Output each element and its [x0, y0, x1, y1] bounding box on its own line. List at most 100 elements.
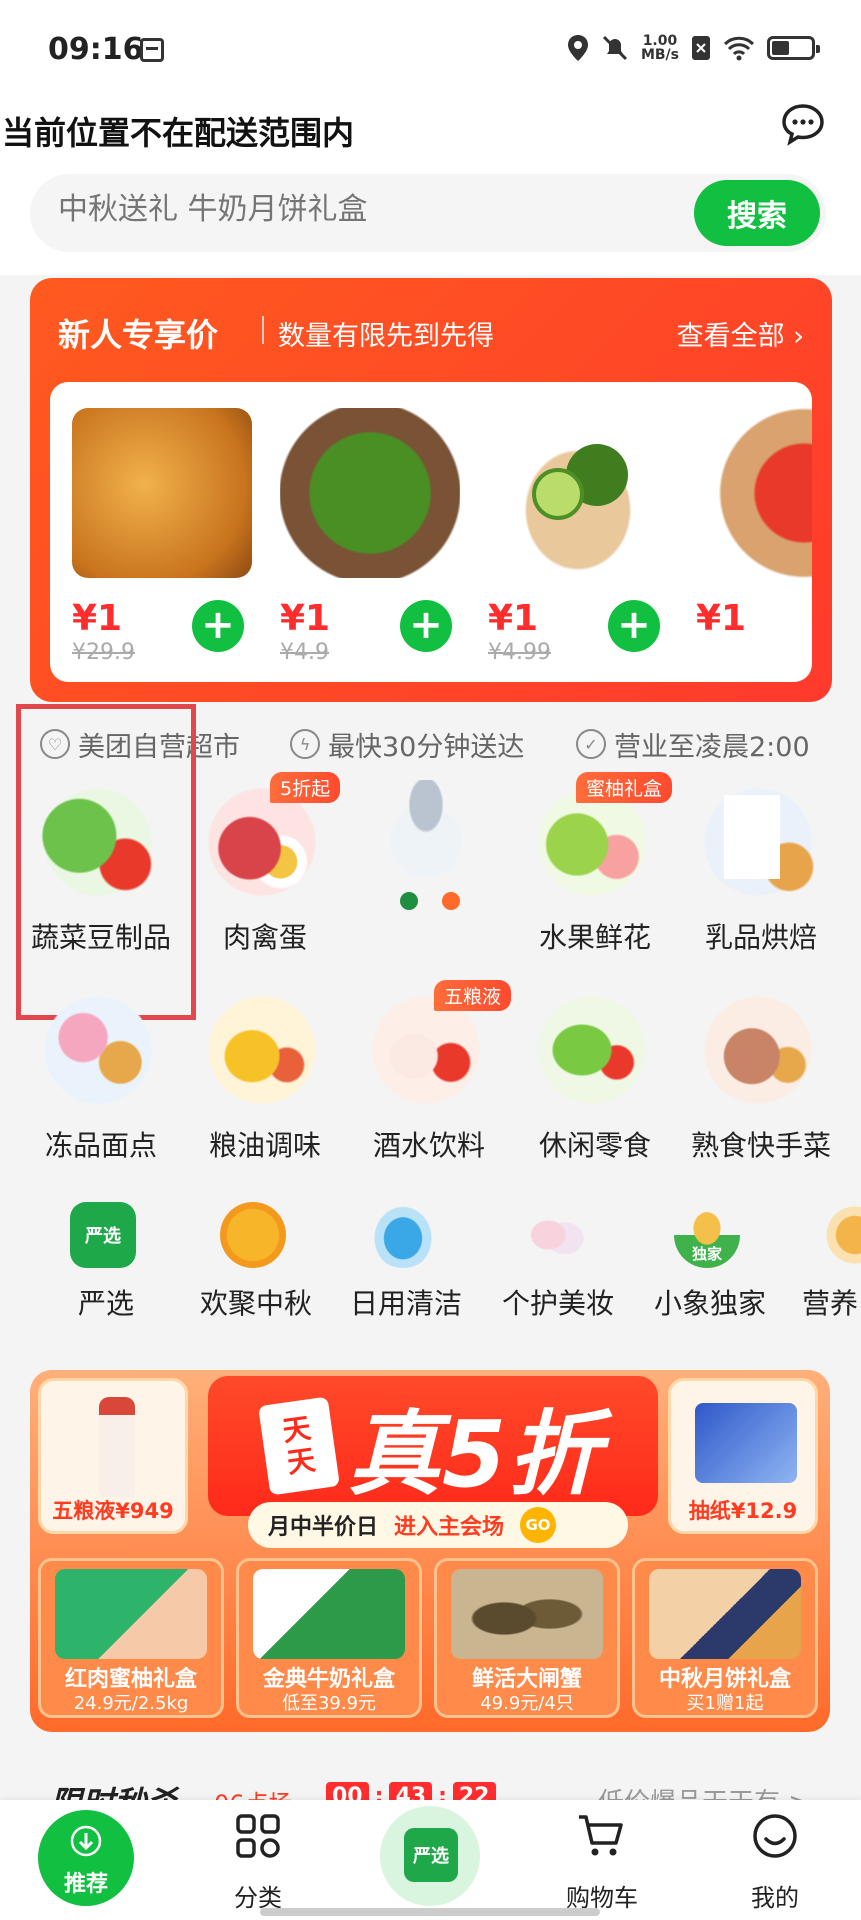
- feature-item: ✓ 营业至凌晨2:00: [576, 725, 810, 764]
- product-price: ¥1: [696, 598, 747, 639]
- promo-headline[interactable]: 天天 真5折: [208, 1376, 658, 1516]
- quick-entry-cleaning[interactable]: 日用清洁: [336, 1202, 466, 1322]
- product-carousel[interactable]: ¥1 ¥29.9 + ¥1 ¥4.9 + ¥1 ¥4.99 + ¥1: [50, 382, 812, 682]
- quick-entry-label[interactable]: 日用清洁: [336, 1282, 476, 1322]
- category-frozen[interactable]: 冻品面点: [6, 988, 166, 1162]
- tab-home[interactable]: 推荐: [0, 1800, 140, 1920]
- category-dairy[interactable]: 乳品烘焙: [666, 780, 826, 954]
- category-drinks[interactable]: 五粮液 酒水饮料: [334, 980, 512, 1162]
- quick-entry-nutrition[interactable]: 营养: [792, 1202, 861, 1322]
- fried-chicken-image[interactable]: [72, 408, 252, 578]
- promo-sub-right[interactable]: 进入主会场: [394, 1509, 504, 1541]
- promo-subbar[interactable]: 月中半价日 进入主会场 GO: [248, 1502, 628, 1548]
- go-button[interactable]: GO: [520, 1507, 557, 1543]
- category-label[interactable]: 乳品烘焙: [666, 916, 856, 956]
- quick-entry-label[interactable]: 欢聚中秋: [186, 1282, 326, 1322]
- battery-icon: [767, 36, 820, 60]
- product-card[interactable]: ¥1 ¥4.99 +: [488, 408, 668, 668]
- product-card[interactable]: ¥1: [696, 408, 812, 668]
- promo-item[interactable]: 红肉蜜柚礼盒 24.9元/2.5kg: [38, 1558, 224, 1718]
- location-text[interactable]: 当前位置不在配送范围内: [2, 108, 354, 154]
- quick-entry-exclusive[interactable]: 独家 小象独家: [640, 1202, 770, 1322]
- promo-liquor-card[interactable]: 五粮液¥949: [38, 1378, 188, 1534]
- product-price: ¥1: [280, 598, 331, 639]
- category-label[interactable]: 休闲零食: [500, 1124, 690, 1164]
- add-to-cart-button[interactable]: +: [400, 600, 452, 652]
- category-badge: 蜜柚礼盒: [576, 772, 673, 803]
- promo-item[interactable]: 鲜活大闸蟹 49.9元/4只: [434, 1558, 620, 1718]
- green-lime-image[interactable]: [280, 408, 460, 578]
- location-icon: [567, 35, 588, 61]
- oil-bottle-icon: [200, 988, 324, 1112]
- message-icon[interactable]: [781, 102, 825, 146]
- search-input[interactable]: [58, 192, 678, 227]
- lemon-image[interactable]: [488, 408, 668, 578]
- net-speed-unit: MB/s: [640, 47, 679, 63]
- category-label[interactable]: 冻品面点: [6, 1124, 196, 1164]
- home-tab-button[interactable]: 推荐: [38, 1810, 134, 1906]
- mooncake-icon: [220, 1202, 286, 1268]
- carousel-dot: [400, 892, 418, 910]
- feature-label: 最快30分钟送达: [328, 731, 525, 763]
- add-to-cart-button[interactable]: +: [192, 600, 244, 652]
- mute-bell-icon: [602, 35, 627, 61]
- promo-banner[interactable]: 五粮液¥949 天天 真5折 抽纸¥12.9 月中半价日 进入主会场 GO 红肉…: [30, 1370, 830, 1732]
- category-seafood[interactable]: [334, 780, 494, 950]
- tiantian-char: 天: [284, 1443, 318, 1480]
- chips-icon: [530, 988, 654, 1112]
- add-to-cart-button[interactable]: +: [608, 600, 660, 652]
- tab-category[interactable]: 分类: [188, 1800, 328, 1920]
- category-badge: 5折起: [270, 772, 341, 803]
- yanxuan-bag-icon[interactable]: 严选: [404, 1828, 458, 1882]
- view-all-link[interactable]: 查看全部 ›: [677, 314, 804, 353]
- search-button[interactable]: 搜索: [694, 180, 820, 246]
- feature-label: 营业至凌晨2:00: [614, 731, 810, 763]
- category-label[interactable]: 酒水饮料: [334, 1124, 524, 1164]
- tab-label[interactable]: 推荐: [38, 1866, 134, 1898]
- cosmetics-icon: [522, 1202, 588, 1268]
- quick-entry-label[interactable]: 个护美妆: [488, 1282, 628, 1322]
- promo-side-label: 五粮液¥949: [52, 1499, 174, 1523]
- tab-yanxuan[interactable]: 严选: [380, 1806, 480, 1906]
- category-deli[interactable]: 熟食快手菜: [666, 988, 831, 1162]
- promo-item[interactable]: 金典牛奶礼盒 低至39.9元: [236, 1558, 422, 1718]
- category-fruits[interactable]: 蜜柚礼盒 水果鲜花: [500, 772, 673, 954]
- fish-icon: [364, 780, 488, 904]
- product-card[interactable]: ¥1 ¥4.9 +: [280, 408, 460, 668]
- category-snacks[interactable]: 休闲零食: [500, 988, 660, 1162]
- smile-icon: [753, 1814, 797, 1858]
- quick-entry-yanxuan[interactable]: 严选 严选: [36, 1202, 166, 1322]
- category-label[interactable]: 粮油调味: [170, 1124, 360, 1164]
- product-card[interactable]: ¥1 ¥29.9 +: [72, 408, 252, 668]
- quick-entry-beauty[interactable]: 个护美妆: [488, 1202, 618, 1322]
- promo-item-desc: 24.9元/2.5kg: [73, 1693, 189, 1714]
- basket-icon: 独家: [674, 1202, 740, 1268]
- quick-entry-label[interactable]: 小象独家: [640, 1282, 780, 1322]
- category-grain-oil[interactable]: 粮油调味: [170, 988, 330, 1162]
- category-label[interactable]: 熟食快手菜: [666, 1124, 856, 1164]
- tab-label[interactable]: 我的: [705, 1878, 845, 1913]
- yanxuan-bag-icon: 严选: [70, 1202, 136, 1268]
- tissue-box-icon: [695, 1403, 797, 1483]
- deli-icon: [696, 988, 820, 1112]
- quick-entry-label[interactable]: 严选: [36, 1282, 176, 1322]
- tab-mine[interactable]: 我的: [705, 1800, 845, 1920]
- tomato-image[interactable]: [696, 408, 812, 578]
- view-all-label[interactable]: 查看全部: [677, 321, 785, 352]
- promo-item-desc: 买1赠1起: [686, 1693, 764, 1714]
- search-bar[interactable]: 搜索: [30, 174, 826, 252]
- product-old-price: ¥29.9: [72, 640, 135, 665]
- promo-tissue-card[interactable]: 抽纸¥12.9: [668, 1378, 818, 1534]
- home-indicator[interactable]: [260, 1908, 600, 1916]
- quick-entry-mid-autumn[interactable]: 欢聚中秋: [186, 1202, 316, 1322]
- promo-sub-left: 月中半价日: [268, 1515, 379, 1540]
- grid-icon: [236, 1814, 280, 1858]
- category-label[interactable]: 水果鲜花: [500, 916, 690, 956]
- carousel-dot: [442, 892, 460, 910]
- quick-entry-label[interactable]: 营养: [802, 1282, 861, 1322]
- feature-item: ϟ 最快30分钟送达: [290, 725, 576, 764]
- promo-headline-text: 真5折: [347, 1400, 602, 1508]
- tab-cart[interactable]: 购物车: [532, 1800, 672, 1920]
- promo-item[interactable]: 中秋月饼礼盒 买1赠1起: [632, 1558, 818, 1718]
- category-label[interactable]: 肉禽蛋: [170, 916, 360, 956]
